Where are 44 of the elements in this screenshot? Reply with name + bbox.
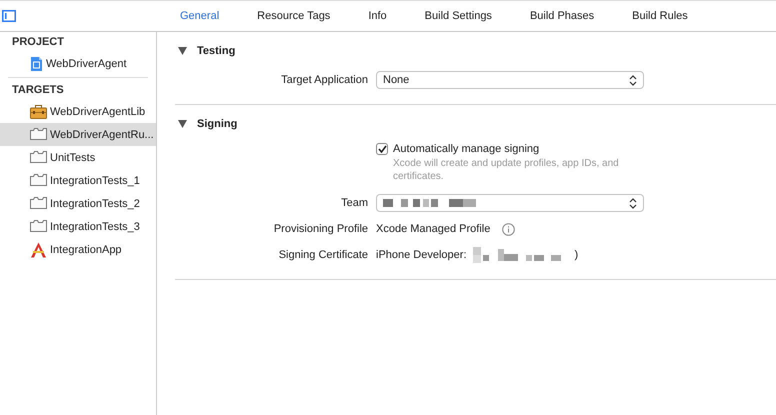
field-value: Xcode Managed Profile xyxy=(376,223,490,235)
tab[interactable]: Build Phases xyxy=(520,10,604,22)
section-header: TARGETS xyxy=(11,83,65,98)
sidebar-item[interactable]: WebDriverAgent xyxy=(0,52,156,75)
section-title: Signing xyxy=(197,118,238,130)
field-value: iPhone Developer: xyxy=(376,249,467,261)
tab[interactable]: Build Rules xyxy=(623,10,697,22)
section-title: Testing xyxy=(197,45,236,57)
field-label: Provisioning Profile xyxy=(272,222,369,237)
updown-chevron-icon xyxy=(629,198,637,208)
section-header: PROJECT xyxy=(11,35,65,50)
sidebar-item[interactable]: IntegrationTests_3 xyxy=(0,215,156,238)
sidebar-item[interactable]: IntegrationTests_2 xyxy=(0,192,156,215)
disclosure-triangle-icon[interactable] xyxy=(178,120,187,128)
folder-icon xyxy=(30,196,47,210)
sidebar-toggle-icon[interactable] xyxy=(2,10,16,22)
hint-text: Xcode will create and update profiles, app IDs, and certificates. xyxy=(392,157,620,183)
tab[interactable]: Build Settings xyxy=(416,10,501,22)
field-label: Team xyxy=(340,196,369,211)
info-icon[interactable] xyxy=(502,222,516,236)
toolbox-icon xyxy=(30,104,47,118)
sidebar-item[interactable]: WebDriverAgentLib xyxy=(0,100,156,123)
app-icon xyxy=(30,242,47,258)
sidebar-item[interactable]: UnitTests xyxy=(0,146,156,169)
folder-icon xyxy=(30,128,47,142)
tab[interactable]: Resource Tags xyxy=(248,10,340,22)
checkbox-label[interactable]: Automatically manage signing xyxy=(393,143,540,155)
field-label: Signing Certificate xyxy=(278,248,369,263)
sidebar-item[interactable]: WebDriverAgentRu... xyxy=(0,123,156,146)
checkbox[interactable] xyxy=(376,143,388,155)
field-label: Target Application xyxy=(280,73,369,88)
popup-button[interactable] xyxy=(376,194,644,212)
popup-button[interactable]: None xyxy=(376,71,644,89)
tab[interactable]: Info xyxy=(359,10,396,22)
updown-chevron-icon xyxy=(629,74,637,86)
tab[interactable]: General xyxy=(171,10,228,22)
folder-icon xyxy=(30,150,47,164)
folder-icon xyxy=(30,220,47,234)
field-value: ) xyxy=(574,249,578,261)
document-icon xyxy=(30,56,43,72)
sidebar-item[interactable]: IntegrationTests_1 xyxy=(0,169,156,192)
folder-icon xyxy=(30,174,47,188)
disclosure-triangle-icon[interactable] xyxy=(178,47,187,55)
sidebar-item[interactable]: IntegrationApp xyxy=(0,238,156,261)
